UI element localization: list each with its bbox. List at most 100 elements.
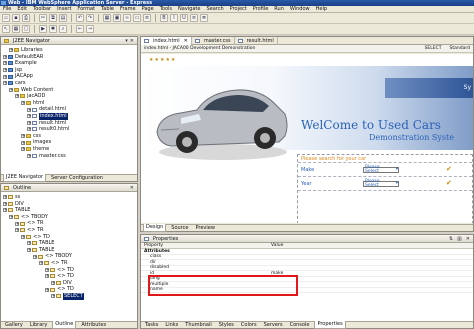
print-icon[interactable]: ⎙ <box>22 14 30 22</box>
tab-servers[interactable]: Servers <box>262 322 285 329</box>
debug-icon[interactable]: ✱ <box>49 25 57 33</box>
underline-icon[interactable]: U <box>180 14 188 22</box>
expand-icon[interactable]: + <box>9 48 13 53</box>
back-icon[interactable]: ← <box>76 25 84 33</box>
editor-tab[interactable]: result.html <box>235 36 278 45</box>
menu-item-navigate[interactable]: Navigate <box>178 6 200 13</box>
expand-icon[interactable]: + <box>27 107 31 112</box>
menu-item-table[interactable]: Table <box>101 6 114 13</box>
property-column-header[interactable]: Property <box>141 243 271 248</box>
menu-item-search[interactable]: Search <box>206 6 223 13</box>
tree-item[interactable]: + <> TD <box>3 273 137 280</box>
expand-icon[interactable]: + <box>3 208 7 213</box>
tree-item[interactable]: + cars <box>3 80 137 87</box>
redo-icon[interactable]: ↷ <box>86 14 94 22</box>
expand-icon[interactable]: + <box>27 248 31 253</box>
menu-item-profile[interactable]: Profile <box>253 6 269 13</box>
tab-colors[interactable]: Colors <box>239 322 259 329</box>
expand-icon[interactable]: + <box>27 127 31 132</box>
menu-item-toolbar[interactable]: Toolbar <box>33 6 51 13</box>
tree-item[interactable]: + result0.html <box>3 126 137 133</box>
tab-thumbnail[interactable]: Thumbnail <box>183 322 213 329</box>
expand-icon[interactable]: + <box>9 215 13 220</box>
expand-icon[interactable]: + <box>3 74 7 79</box>
new-icon[interactable]: ▫ <box>2 14 10 22</box>
tree-item[interactable]: + ss <box>3 194 137 201</box>
tab-styles[interactable]: Styles <box>217 322 236 329</box>
tree-item[interactable]: + Example <box>3 60 137 67</box>
expand-icon[interactable]: + <box>15 221 19 226</box>
undo-icon[interactable]: ↶ <box>76 14 84 22</box>
expand-icon[interactable]: + <box>33 254 37 259</box>
minimize-icon[interactable]: ▾ <box>125 38 128 44</box>
tab-j2ee-navigator[interactable]: J2EE Navigator <box>3 174 47 182</box>
form-icon[interactable]: ▭ <box>133 14 141 22</box>
paste-icon[interactable]: ▤ <box>59 14 67 22</box>
tab-library[interactable]: Library <box>28 322 49 329</box>
expand-icon[interactable]: + <box>3 81 7 86</box>
menu-item-page[interactable]: Page <box>142 6 154 13</box>
tree-item[interactable]: + DIV <box>3 201 137 208</box>
tree-item[interactable]: + result.html <box>3 120 137 127</box>
align-center-icon[interactable]: ≣ <box>200 14 208 22</box>
arrow-icon[interactable]: ↖ <box>2 25 10 33</box>
menu-item-file[interactable]: File <box>3 6 11 13</box>
expand-icon[interactable]: + <box>3 201 7 206</box>
tree-item[interactable]: + TABLE <box>3 207 137 214</box>
expand-icon[interactable]: + <box>51 294 55 299</box>
expand-icon[interactable]: + <box>21 234 25 239</box>
expand-icon[interactable]: + <box>3 195 7 200</box>
expand-icon[interactable]: + <box>27 153 31 158</box>
italic-icon[interactable]: I <box>170 14 178 22</box>
copy-icon[interactable]: ⧉ <box>49 14 57 22</box>
expand-icon[interactable]: + <box>3 54 7 59</box>
expand-icon[interactable]: + <box>15 94 19 99</box>
tree-item[interactable]: + <> TD <box>3 286 137 293</box>
tree-item[interactable]: + master.css <box>3 153 137 160</box>
table-icon[interactable]: ▦ <box>103 14 111 22</box>
tree-item[interactable]: + Libraries <box>3 47 137 54</box>
tree-item[interactable]: + <> TR <box>3 220 137 227</box>
tree-item[interactable]: + jacAOD <box>3 93 137 100</box>
tab-design[interactable]: Design <box>143 224 167 232</box>
editor-tab[interactable]: master.css <box>192 36 235 45</box>
expand-icon[interactable]: + <box>45 287 49 292</box>
frame-icon[interactable]: ▢ <box>22 25 30 33</box>
tree-item[interactable]: + <> TD <box>3 267 137 274</box>
image-icon[interactable]: ▣ <box>113 14 121 22</box>
tree-item[interactable]: + html <box>3 100 137 107</box>
close-icon[interactable]: ✕ <box>466 236 470 242</box>
tree-item[interactable]: + TABLE <box>3 240 137 247</box>
tab-links[interactable]: Links <box>163 322 180 329</box>
tab-preview[interactable]: Preview <box>193 225 216 232</box>
tree-item[interactable]: + SELECT <box>3 292 137 300</box>
tree-item[interactable]: + images <box>3 139 137 146</box>
tab-console[interactable]: Console <box>288 322 312 329</box>
expand-icon[interactable]: + <box>21 140 25 145</box>
tab-source[interactable]: Source <box>169 225 190 232</box>
tab-gallery[interactable]: Gallery <box>3 322 25 329</box>
year-select[interactable]: Please Select ▾ <box>363 179 399 187</box>
tab-properties[interactable]: Properties <box>314 321 346 329</box>
expand-icon[interactable]: + <box>9 87 13 92</box>
expand-icon[interactable]: + <box>27 241 31 246</box>
tree-item[interactable]: + detail.html <box>3 106 137 113</box>
sort-icon[interactable]: ⇅ <box>449 236 453 242</box>
tree-item[interactable]: + index.html <box>3 112 137 120</box>
expand-icon[interactable]: + <box>51 281 55 286</box>
tree-item[interactable]: + <> TR <box>3 260 137 267</box>
element-select[interactable]: SELECT <box>425 46 442 51</box>
close-icon[interactable]: ✕ <box>130 38 134 44</box>
style-select[interactable]: Standard <box>450 46 470 51</box>
close-tab-icon[interactable]: ✕ <box>184 37 188 45</box>
expand-icon[interactable]: + <box>3 68 7 73</box>
menu-item-run[interactable]: Run <box>274 6 284 13</box>
tree-item[interactable]: + JACApp <box>3 73 137 80</box>
menu-item-window[interactable]: Window <box>290 6 310 13</box>
tree-item[interactable]: + DIV <box>3 280 137 287</box>
bold-icon[interactable]: B <box>160 14 168 22</box>
menu-item-help[interactable]: Help <box>316 6 327 13</box>
link-icon[interactable]: ∞ <box>123 14 131 22</box>
expand-icon[interactable]: + <box>21 101 25 106</box>
expand-icon[interactable]: + <box>27 114 31 119</box>
